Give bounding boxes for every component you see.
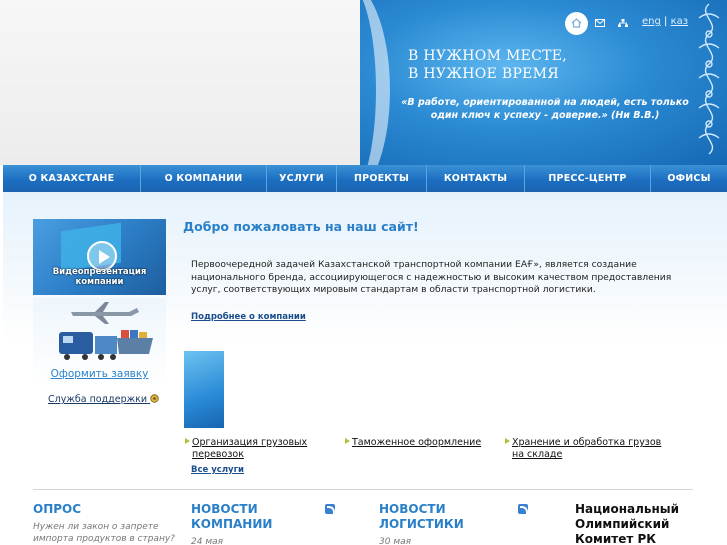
- language-switcher: eng | каз: [642, 16, 688, 27]
- main-nav: О КАЗАХСТАНЕ О КОМПАНИИ УСЛУГИ ПРОЕКТЫ К…: [3, 165, 727, 192]
- top-icons: [565, 11, 634, 35]
- sitemap-icon: [618, 19, 628, 27]
- nav-item-company[interactable]: О КОМПАНИИ: [141, 165, 267, 192]
- nav-item-contacts[interactable]: КОНТАКТЫ: [427, 165, 525, 192]
- header-quote: «В работе, ориентированной на людей, ест…: [401, 97, 689, 121]
- header-slogan: В НУЖНОМ МЕСТЕ, В НУЖНОЕ ВРЕМЯ: [408, 47, 567, 83]
- logistics-news-date: 30 мая: [379, 537, 412, 545]
- banner-swoosh: [360, 0, 390, 165]
- nav-item-services[interactable]: УСЛУГИ: [267, 165, 337, 192]
- logistics-news-title[interactable]: НОВОСТИ ЛОГИСТИКИ: [379, 502, 499, 532]
- transport-icon: [59, 302, 153, 360]
- video-caption: Видеопрезентация компании: [52, 267, 147, 287]
- poll-question[interactable]: Нужен ли закон о запрете импорта продукт…: [33, 521, 183, 545]
- rss-icon[interactable]: [518, 504, 528, 514]
- more-about-company-link[interactable]: Подробнее о компании: [191, 312, 306, 322]
- header-background: [0, 0, 375, 165]
- service-link-warehouse[interactable]: Хранение и обработка грузов на складе: [512, 437, 672, 461]
- page: В НУЖНОМ МЕСТЕ, В НУЖНОЕ ВРЕМЯ «В работе…: [0, 0, 727, 545]
- all-services-link[interactable]: Все услуги: [191, 465, 244, 475]
- intro-text: Первоочередной задачей Казахстанской тра…: [191, 259, 672, 296]
- company-news-date: 24 мая: [191, 537, 224, 545]
- olympic-committee-link[interactable]: Национальный Олимпийский Комитет РК: [575, 502, 705, 545]
- lang-separator: |: [664, 16, 668, 27]
- nav-item-projects[interactable]: ПРОЕКТЫ: [337, 165, 427, 192]
- bullet-icon: [185, 438, 190, 444]
- home-icon: [571, 18, 582, 28]
- mail-button[interactable]: [589, 19, 611, 27]
- order-link[interactable]: Оформить заявку: [33, 368, 166, 380]
- mail-icon: [595, 19, 605, 27]
- slogan-line-1: В НУЖНОМ МЕСТЕ,: [408, 48, 568, 64]
- service-link-customs[interactable]: Таможенное оформление: [352, 437, 502, 449]
- nav-item-press[interactable]: ПРЕСС-ЦЕНТР: [525, 165, 651, 192]
- order-banner[interactable]: Оформить заявку: [33, 298, 166, 386]
- slogan-line-2: В НУЖНОЕ ВРЕМЯ: [408, 66, 559, 82]
- support-link-label: Служба поддержки: [48, 394, 148, 405]
- lang-eng-link[interactable]: eng: [642, 16, 661, 27]
- services-image: [184, 351, 224, 428]
- divider: [33, 489, 693, 490]
- nav-item-kazakhstan[interactable]: О КАЗАХСТАНЕ: [3, 165, 141, 192]
- support-link[interactable]: Служба поддержки: [48, 394, 159, 405]
- ornament-pattern-icon: [698, 3, 720, 155]
- rss-icon[interactable]: [325, 504, 335, 514]
- sitemap-button[interactable]: [612, 19, 634, 27]
- company-news-title[interactable]: НОВОСТИ КОМПАНИИ: [191, 502, 301, 532]
- welcome-heading: Добро пожаловать на наш сайт!: [183, 219, 419, 234]
- nav-item-offices[interactable]: ОФИСЫ: [651, 165, 727, 192]
- bullet-icon: [345, 438, 350, 444]
- home-button[interactable]: [565, 11, 588, 35]
- service-link-freight[interactable]: Организация грузовых перевозок: [192, 437, 332, 461]
- support-icon: [150, 394, 159, 403]
- bullet-icon: [505, 438, 510, 444]
- lang-kaz-link[interactable]: каз: [671, 16, 689, 27]
- poll-title: ОПРОС: [33, 502, 82, 516]
- video-presentation-banner[interactable]: Видеопрезентация компании: [33, 219, 166, 295]
